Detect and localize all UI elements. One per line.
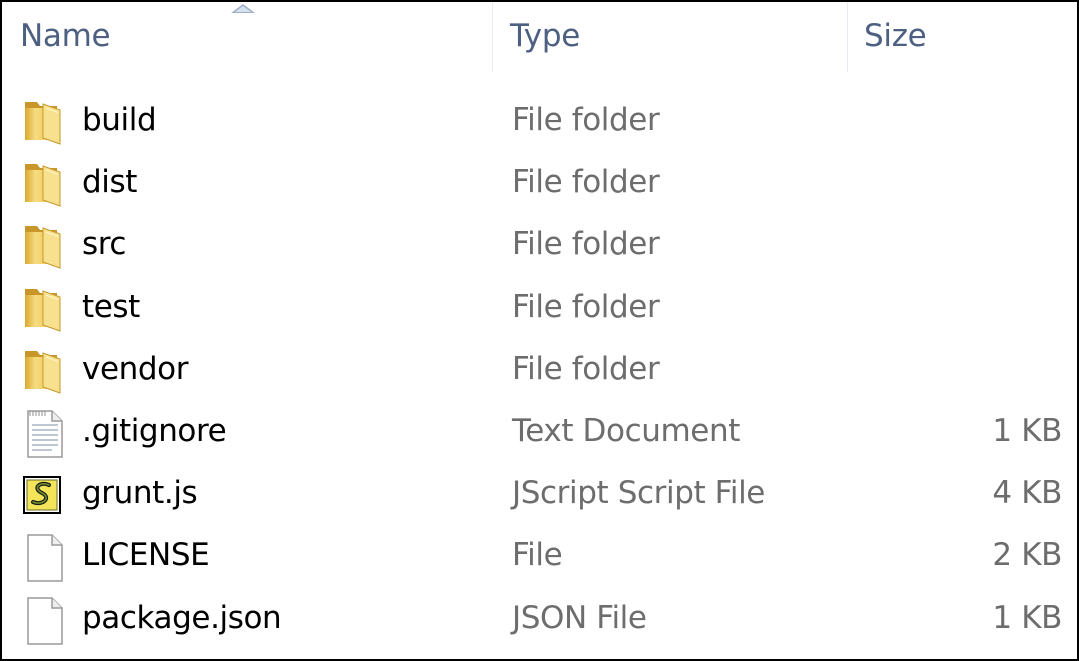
file-row[interactable]: build File folder <box>2 96 1077 158</box>
file-list: build File folder dist File folder src File f… <box>2 96 1077 656</box>
file-type: Text Document <box>512 412 740 449</box>
file-type: File <box>512 537 563 574</box>
blank-file-icon <box>22 594 70 648</box>
column-header-type-label: Type <box>510 18 581 54</box>
file-size: 1 KB <box>992 599 1062 636</box>
text-document-icon <box>22 407 70 461</box>
file-size: 2 KB <box>992 537 1062 574</box>
file-row[interactable]: src File folder <box>2 220 1077 282</box>
column-divider[interactable] <box>847 2 848 72</box>
column-header-type[interactable]: Type <box>510 2 845 74</box>
file-name: src <box>82 226 127 263</box>
file-row[interactable]: test File folder <box>2 283 1077 345</box>
file-list-window: Name Type Size build File folder dist File … <box>0 0 1079 661</box>
file-name: build <box>82 102 157 138</box>
folder-icon <box>22 283 70 337</box>
jscript-file-icon <box>22 469 70 523</box>
folder-icon <box>22 345 70 399</box>
file-row[interactable]: LICENSE File 2 KB <box>2 531 1077 593</box>
column-divider[interactable] <box>492 2 493 72</box>
folder-icon <box>22 96 70 150</box>
column-header-bar: Name Type Size <box>2 2 1077 74</box>
file-type: File folder <box>512 350 660 387</box>
file-size: 1 KB <box>992 412 1062 449</box>
file-row[interactable]: .gitignore Text Document 1 KB <box>2 407 1077 469</box>
column-header-name-label: Name <box>20 18 111 54</box>
file-type: JSON File <box>512 599 647 636</box>
folder-icon <box>22 220 70 274</box>
file-name: test <box>82 288 140 325</box>
file-row[interactable]: package.json JSON File 1 KB <box>2 594 1077 656</box>
file-type: JScript Script File <box>512 475 765 512</box>
column-header-size-label: Size <box>864 18 927 54</box>
file-name: grunt.js <box>82 475 198 512</box>
file-type: File folder <box>512 288 660 325</box>
file-type: File folder <box>512 102 660 138</box>
file-size: 4 KB <box>992 475 1062 512</box>
blank-file-icon <box>22 531 70 585</box>
file-type: File folder <box>512 226 660 263</box>
folder-icon <box>22 158 70 212</box>
file-row[interactable]: vendor File folder <box>2 345 1077 407</box>
column-header-size[interactable]: Size <box>864 2 1064 74</box>
file-row[interactable]: grunt.js JScript Script File 4 KB <box>2 469 1077 531</box>
file-name: .gitignore <box>82 412 227 449</box>
file-row[interactable]: dist File folder <box>2 158 1077 220</box>
file-type: File folder <box>512 164 660 201</box>
file-name: vendor <box>82 350 189 387</box>
file-name: dist <box>82 164 137 201</box>
column-header-name[interactable]: Name <box>20 2 490 74</box>
file-name: LICENSE <box>82 537 210 574</box>
file-name: package.json <box>82 599 282 636</box>
